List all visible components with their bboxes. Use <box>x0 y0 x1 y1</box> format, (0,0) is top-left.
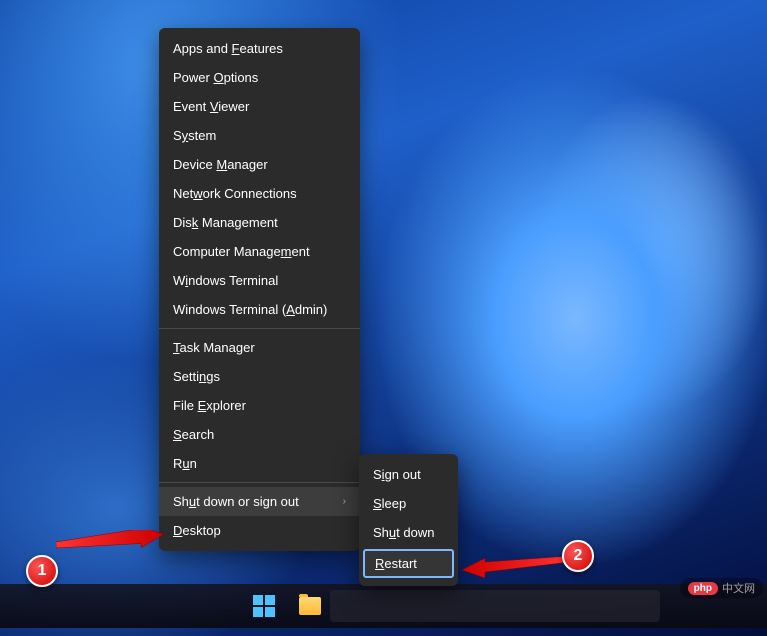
submenu-item-restart[interactable]: Restart <box>363 549 454 578</box>
menu-item-label: Windows Terminal <box>173 273 278 288</box>
annotation-badge-1: 1 <box>26 555 58 587</box>
menu-item-label: Run <box>173 456 197 471</box>
chevron-right-icon: › <box>343 496 346 507</box>
shutdown-submenu: Sign outSleepShut downRestart <box>359 454 458 586</box>
menu-item-label: System <box>173 128 216 143</box>
menu-separator <box>159 328 360 329</box>
submenu-item-sign-out[interactable]: Sign out <box>359 460 458 489</box>
menu-item-label: Disk Management <box>173 215 278 230</box>
menu-item-computer-management[interactable]: Computer Management <box>159 237 360 266</box>
menu-item-label: Task Manager <box>173 340 255 355</box>
menu-separator <box>159 482 360 483</box>
menu-item-label: Desktop <box>173 523 221 538</box>
taskbar <box>0 584 767 628</box>
menu-item-run[interactable]: Run <box>159 449 360 478</box>
annotation-arrow-1 <box>56 530 166 560</box>
menu-item-label: Computer Management <box>173 244 310 259</box>
menu-item-search[interactable]: Search <box>159 420 360 449</box>
menu-item-windows-terminal-admin-[interactable]: Windows Terminal (Admin) <box>159 295 360 324</box>
file-explorer-taskbar-icon[interactable] <box>291 587 329 625</box>
annotation-badge-2: 2 <box>562 540 594 572</box>
menu-item-disk-management[interactable]: Disk Management <box>159 208 360 237</box>
menu-item-apps-and-features[interactable]: Apps and Features <box>159 34 360 63</box>
windows-logo-icon <box>253 595 275 617</box>
watermark-logo: php <box>688 582 718 595</box>
menu-item-desktop[interactable]: Desktop <box>159 516 360 545</box>
menu-item-power-options[interactable]: Power Options <box>159 63 360 92</box>
menu-item-windows-terminal[interactable]: Windows Terminal <box>159 266 360 295</box>
menu-item-label: Device Manager <box>173 157 268 172</box>
submenu-item-shut-down[interactable]: Shut down <box>359 518 458 547</box>
menu-item-label: Event Viewer <box>173 99 249 114</box>
menu-item-settings[interactable]: Settings <box>159 362 360 391</box>
menu-item-shut-down-or-sign-out[interactable]: Shut down or sign out › <box>159 487 360 516</box>
watermark-text: 中文网 <box>722 580 755 596</box>
menu-item-label: Apps and Features <box>173 41 283 56</box>
menu-item-label: Power Options <box>173 70 258 85</box>
start-button[interactable] <box>245 587 283 625</box>
menu-item-event-viewer[interactable]: Event Viewer <box>159 92 360 121</box>
menu-item-file-explorer[interactable]: File Explorer <box>159 391 360 420</box>
menu-item-label: Search <box>173 427 214 442</box>
menu-item-task-manager[interactable]: Task Manager <box>159 333 360 362</box>
winx-context-menu: Apps and Features Power Options Event View… <box>159 28 360 551</box>
annotation-arrow-2 <box>460 548 570 578</box>
menu-item-label: File Explorer <box>173 398 246 413</box>
menu-item-label: Network Connections <box>173 186 297 201</box>
watermark: php 中文网 <box>680 578 763 598</box>
menu-item-label: Shut down or sign out <box>173 494 299 509</box>
taskbar-search-area[interactable] <box>330 590 660 622</box>
folder-icon <box>299 597 321 615</box>
submenu-item-sleep[interactable]: Sleep <box>359 489 458 518</box>
menu-item-device-manager[interactable]: Device Manager <box>159 150 360 179</box>
menu-item-system[interactable]: System <box>159 121 360 150</box>
menu-item-label: Windows Terminal (Admin) <box>173 302 327 317</box>
menu-item-label: Settings <box>173 369 220 384</box>
menu-item-network-connections[interactable]: Network Connections <box>159 179 360 208</box>
